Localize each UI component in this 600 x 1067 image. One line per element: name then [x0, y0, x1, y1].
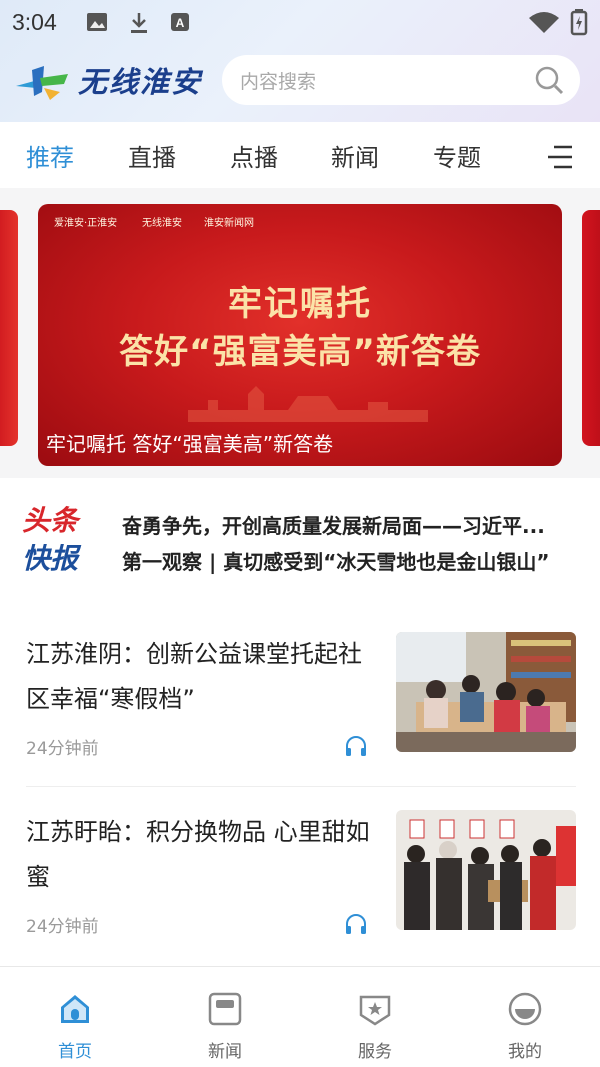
- news-time: 24分钟前: [26, 917, 99, 937]
- nav-news-label: 新闻: [208, 1042, 242, 1062]
- status-time: 3:04: [12, 9, 57, 35]
- banner-title-line1: 牢记嘱托: [228, 284, 372, 324]
- nav-news[interactable]: 新闻: [150, 967, 300, 1067]
- news-card[interactable]: 江苏盱眙：积分换物品 心里甜如蜜 24分钟前: [0, 810, 600, 988]
- divider: [26, 786, 576, 787]
- banner-logo-2: 无线淮安: [142, 218, 182, 229]
- tab-live[interactable]: 直播: [128, 138, 176, 173]
- tab-recommend[interactable]: 推荐: [26, 138, 74, 173]
- menu-icon[interactable]: [546, 144, 574, 170]
- banner-next-peek[interactable]: [582, 210, 600, 446]
- download-notification-icon: [131, 13, 147, 33]
- banner-prev-peek[interactable]: [0, 210, 18, 446]
- banner-skyline-graphic: [188, 386, 428, 422]
- banner-carousel[interactable]: 爱淮安·正淮安 无线淮安 淮安新闻网 牢记嘱托 答好“强富美高”新答卷 牢记嘱托…: [0, 188, 600, 478]
- headphones-icon[interactable]: [344, 912, 368, 936]
- search-icon[interactable]: [534, 65, 564, 95]
- news-card[interactable]: 江苏淮阴：创新公益课堂托起社区幸福“寒假档” 24分钟前: [0, 632, 600, 810]
- gallery-notification-icon: [87, 13, 107, 31]
- news-time: 24分钟前: [26, 739, 99, 759]
- headline-item[interactable]: 奋勇争先，开创高质量发展新局面——习近平...: [122, 510, 545, 539]
- news-icon: [208, 992, 242, 1026]
- tab-topics[interactable]: 专题: [433, 138, 481, 173]
- service-star-icon: [359, 995, 391, 1026]
- status-bar: 3:04 A: [0, 0, 600, 46]
- app-logo: 无线淮安: [14, 62, 224, 102]
- nav-services-label: 服务: [358, 1042, 392, 1062]
- nav-profile[interactable]: 我的: [450, 967, 600, 1067]
- news-thumbnail[interactable]: [396, 810, 576, 930]
- banner-title-line2: 答好“强富美高”新答卷: [119, 332, 481, 372]
- news-title[interactable]: 江苏淮阴：创新公益课堂托起社区幸福“寒假档”: [26, 632, 382, 722]
- tab-news[interactable]: 新闻: [331, 138, 379, 173]
- news-thumbnail[interactable]: [396, 632, 576, 752]
- banner-caption: 牢记嘱托 答好“强富美高”新答卷: [46, 432, 334, 456]
- battery-icon: [570, 9, 588, 36]
- headline-logo: 头条 快报: [22, 502, 102, 578]
- keyboard-notification-icon: A: [171, 13, 189, 31]
- headline-ticker[interactable]: 头条 快报 奋勇争先，开创高质量发展新局面——习近平... 第一观察 | 真切感…: [0, 478, 600, 606]
- app-logo-text: 无线淮安: [78, 65, 203, 99]
- headline-logo-line2: 快报: [22, 542, 79, 575]
- nav-services[interactable]: 服务: [300, 967, 450, 1067]
- banner-slide[interactable]: 爱淮安·正淮安 无线淮安 淮安新闻网 牢记嘱托 答好“强富美高”新答卷 牢记嘱托…: [38, 204, 562, 466]
- search-input[interactable]: 内容搜索: [222, 55, 580, 105]
- app-header: 3:04 A 无线淮安 内容搜索: [0, 0, 600, 122]
- nav-profile-label: 我的: [508, 1042, 542, 1062]
- svg-text:A: A: [176, 16, 185, 30]
- channel-tabs: 推荐 直播 点播 新闻 专题: [0, 122, 600, 188]
- banner-logo-3: 淮安新闻网: [204, 218, 254, 229]
- profile-icon: [508, 992, 542, 1026]
- app-logo-mark: [16, 66, 68, 100]
- search-placeholder: 内容搜索: [240, 71, 317, 93]
- headline-logo-line1: 头条: [22, 504, 79, 537]
- headline-item[interactable]: 第一观察 | 真切感受到“冰天雪地也是金山银山”: [122, 546, 550, 575]
- banner-logo-1: 爱淮安·正淮安: [54, 218, 118, 229]
- headphones-icon[interactable]: [344, 734, 368, 758]
- nav-home-label: 首页: [58, 1042, 92, 1062]
- bottom-nav: 首页 新闻 服务 我的: [0, 966, 600, 1066]
- tab-vod[interactable]: 点播: [230, 138, 278, 173]
- news-title[interactable]: 江苏盱眙：积分换物品 心里甜如蜜: [26, 810, 382, 900]
- nav-home[interactable]: 首页: [0, 967, 150, 1067]
- home-icon: [61, 995, 89, 1023]
- wifi-icon: [529, 12, 559, 33]
